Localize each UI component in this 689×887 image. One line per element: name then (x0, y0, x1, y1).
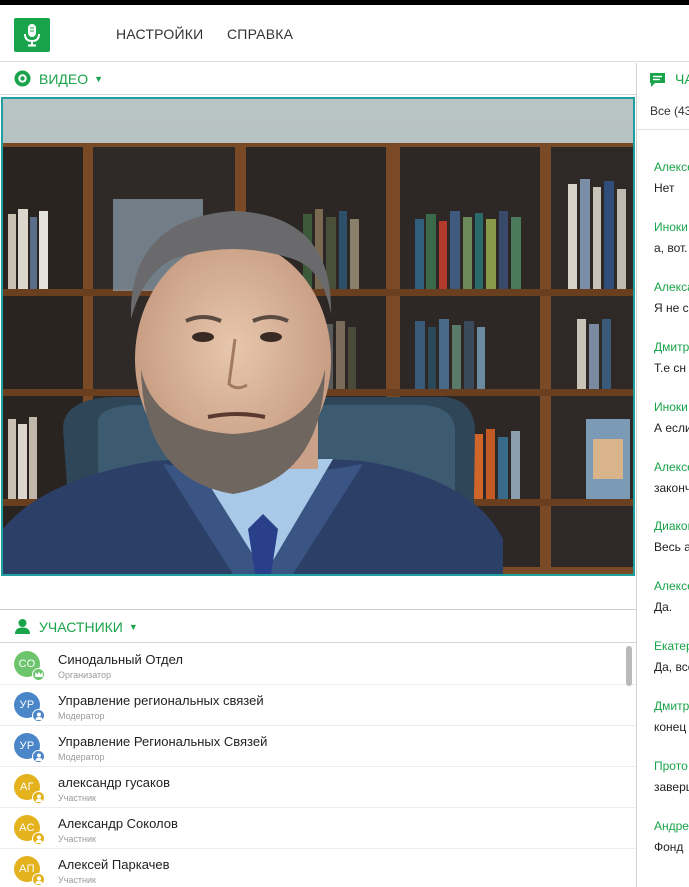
chat-message-text: Да. (654, 600, 673, 615)
person-badge-icon (32, 750, 45, 763)
chat-message-text: Я не с (654, 300, 689, 315)
chevron-down-icon: ▼ (94, 73, 104, 84)
chat-message-text: А если (654, 420, 689, 435)
participant-name: александр гусаков (58, 775, 171, 790)
chat-message: Екатер Да, все (654, 639, 689, 674)
participant-role: Участник (58, 834, 96, 844)
participants-panel-title: УЧАСТНИКИ (39, 618, 123, 635)
participants-list[interactable]: СО Синодальный Отдел Организатор УР Управлен… (0, 644, 636, 887)
chat-message: Алексе Да. (654, 579, 689, 614)
crown-icon (32, 668, 45, 681)
person-icon (14, 618, 31, 635)
participant-row[interactable]: УР Управление региональных связей Модерато… (0, 685, 636, 726)
chevron-down-icon: ▼ (128, 621, 138, 632)
participant-role: Участник (58, 875, 96, 885)
chat-message: Алексе законч (654, 460, 689, 495)
chat-message-text: заверш (654, 780, 689, 794)
chat-message-author[interactable]: Екатер (654, 639, 689, 653)
chat-message-author[interactable]: Прото (654, 759, 689, 773)
chat-divider (637, 129, 689, 130)
video-stream[interactable] (1, 97, 635, 576)
chat-message-text: Да, все (654, 660, 689, 675)
participant-row[interactable]: АГ александр гусаков Участник (0, 767, 636, 808)
app-header: НАСТРОЙКИ СПРАВКА (0, 5, 689, 62)
participant-row[interactable]: АП Алексей Паркачев Участник (0, 849, 636, 887)
microphone-logo-icon[interactable] (14, 18, 50, 52)
chat-message: Дмитр конец (654, 699, 689, 734)
participant-name: Алексей Паркачев (58, 857, 170, 872)
chat-message-author[interactable]: Дмитр (654, 699, 689, 713)
chat-message-text: а, вот. (654, 240, 688, 255)
nav-help[interactable]: СПРАВКА (227, 5, 293, 62)
person-badge-icon (32, 832, 45, 845)
participant-row[interactable]: СО Синодальный Отдел Организатор (0, 644, 636, 685)
participant-role: Организатор (58, 670, 112, 680)
chat-message: Диакон Весь а (654, 519, 689, 554)
chat-message: Андре Фонд (654, 819, 689, 854)
chat-message: Иноки а, вот. (654, 220, 688, 255)
chat-message-text: Весь а (654, 540, 689, 555)
chat-message-text: Нет (654, 181, 675, 195)
participant-role: Модератор (58, 752, 105, 762)
nav-settings[interactable]: НАСТРОЙКИ (116, 5, 203, 62)
participant-row[interactable]: УР Управление Региональных Связей Модерато… (0, 726, 636, 767)
chat-message-text: законч (654, 480, 689, 495)
participant-name: Управление Региональных Связей (58, 734, 268, 749)
participant-name: Александр Соколов (58, 816, 178, 831)
chat-message: Алекса Я не с (654, 280, 689, 315)
person-badge-icon (32, 873, 45, 886)
chat-message: Дмитр Т.е сн (654, 340, 689, 375)
chat-message-author[interactable]: Иноки (654, 400, 689, 414)
chat-message-text: Т.е сн (654, 360, 686, 375)
participant-role: Участник (58, 793, 96, 803)
video-bottom-spacer (0, 577, 636, 610)
video-panel-header[interactable]: ВИДЕО ▼ (0, 63, 636, 95)
participant-role: Модератор (58, 711, 105, 721)
main-left-column: ВИДЕО ▼ УЧАСТНИКИ ▼ СО Синодальный Отдел… (0, 63, 636, 887)
chat-recipient-filter[interactable]: Все (43 (650, 104, 689, 118)
chat-message: Прото заверш (654, 759, 689, 794)
video-panel-title: ВИДЕО (39, 70, 89, 87)
person-badge-icon (32, 709, 45, 722)
chat-message-author[interactable]: Диакон (654, 519, 689, 533)
chat-panel: ЧА Все (43 Алексе Нет Иноки а, вот. Алекса Я … (636, 63, 689, 887)
participants-panel-header[interactable]: УЧАСТНИКИ ▼ (0, 611, 636, 643)
chat-message-author[interactable]: Алексе (654, 460, 689, 474)
person-badge-icon (32, 791, 45, 804)
video-camera-icon (14, 70, 31, 87)
chat-message-author[interactable]: Алексе (654, 160, 689, 174)
video-frame-image (3, 99, 633, 574)
participant-name: Управление региональных связей (58, 693, 264, 708)
chat-message-author[interactable]: Андре (654, 819, 689, 833)
participant-name: Синодальный Отдел (58, 652, 183, 667)
chat-panel-header[interactable]: ЧА (637, 63, 689, 95)
chat-message: Иноки А если (654, 400, 689, 435)
participant-row[interactable]: АС Александр Соколов Участник (0, 808, 636, 849)
chat-message-author[interactable]: Алекса (654, 280, 689, 294)
chat-bubble-icon (649, 71, 666, 88)
chat-panel-title: ЧА (675, 71, 689, 87)
chat-message: Алексе Нет (654, 160, 689, 195)
chat-message-text: Фонд (654, 839, 684, 854)
participants-scrollbar[interactable] (626, 646, 632, 686)
chat-message-text: конец (654, 720, 687, 735)
chat-message-author[interactable]: Дмитр (654, 340, 689, 354)
chat-message-author[interactable]: Иноки (654, 220, 688, 234)
chat-message-author[interactable]: Алексе (654, 579, 689, 593)
